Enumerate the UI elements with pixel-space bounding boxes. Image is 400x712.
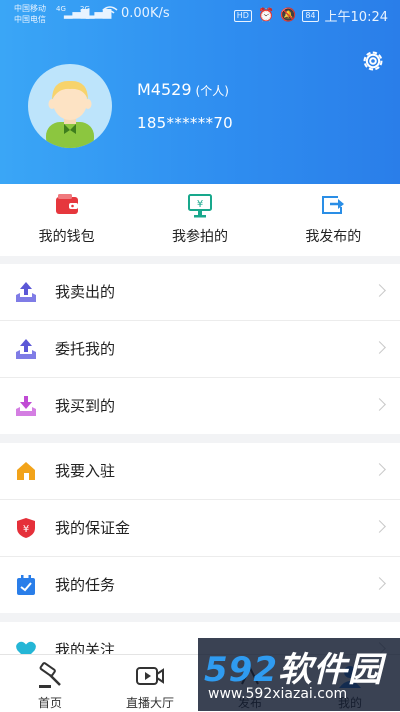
chevron-right-icon bbox=[373, 398, 386, 411]
chevron-right-icon bbox=[373, 284, 386, 297]
watermark-number: 592 bbox=[204, 650, 278, 690]
watermark-text: 软件园 bbox=[277, 650, 383, 690]
quick-actions: 我的钱包 ¥ 我参拍的 我发布的 bbox=[0, 184, 400, 256]
tab-home[interactable]: 首页 bbox=[0, 655, 100, 712]
menu-item-label: 我的任务 bbox=[55, 576, 116, 594]
mute-icon: 🔕 bbox=[280, 8, 297, 23]
menu-item-deposit[interactable]: ¥ 我的保证金 bbox=[0, 500, 400, 557]
clock: 上午10:24 bbox=[324, 10, 388, 25]
menu-group-orders: 我卖出的 委托我的 我买到的 bbox=[0, 264, 400, 434]
tab-label: 直播大厅 bbox=[125, 696, 174, 710]
svg-text:¥: ¥ bbox=[23, 524, 29, 535]
menu-item-entrusted[interactable]: 委托我的 bbox=[0, 321, 400, 378]
house-icon bbox=[15, 460, 37, 482]
chevron-right-icon bbox=[373, 577, 386, 590]
profile-header: 中国移动 中国电信 4G ▂▄▆ 2G ▂▄▆ 0.00K/s HD ⏰ 🔕 8… bbox=[0, 0, 400, 184]
menu-group-account: 我要入驻 ¥ 我的保证金 我的任务 bbox=[0, 443, 400, 613]
watermark-overlay: 592软件园 www.592xiazai.com bbox=[198, 638, 400, 711]
carrier-info: 中国移动 中国电信 bbox=[14, 3, 46, 25]
menu-item-sold[interactable]: 我卖出的 bbox=[0, 264, 400, 321]
settings-gear-icon[interactable] bbox=[360, 48, 386, 74]
auction-icon: ¥ bbox=[187, 193, 213, 223]
account-type: (个人) bbox=[195, 84, 229, 98]
avatar[interactable] bbox=[28, 64, 112, 148]
calendar-check-icon bbox=[15, 574, 37, 596]
status-bar: 中国移动 中国电信 4G ▂▄▆ 2G ▂▄▆ 0.00K/s HD ⏰ 🔕 8… bbox=[0, 0, 400, 28]
quick-action-label: 我的钱包 bbox=[38, 229, 95, 245]
upload-tray-icon bbox=[15, 281, 37, 303]
menu-item-label: 我卖出的 bbox=[55, 283, 116, 301]
battery-icon: 84 bbox=[302, 9, 319, 22]
menu-item-label: 我买到的 bbox=[55, 397, 116, 415]
hd-icon: HD bbox=[233, 9, 252, 22]
quick-action-published[interactable]: 我发布的 bbox=[267, 184, 400, 256]
shield-yen-icon: ¥ bbox=[15, 517, 37, 539]
gavel-icon bbox=[36, 662, 64, 694]
menu-item-bought[interactable]: 我买到的 bbox=[0, 378, 400, 434]
quick-action-label: 我参拍的 bbox=[171, 229, 228, 245]
menu-item-label: 我要入驻 bbox=[55, 462, 116, 480]
tab-live-hall[interactable]: 直播大厅 bbox=[100, 655, 200, 712]
quick-action-auction[interactable]: ¥ 我参拍的 bbox=[133, 184, 266, 256]
profile-name: M4529 (个人) bbox=[137, 80, 229, 99]
carrier-1: 中国移动 bbox=[14, 4, 46, 13]
chevron-right-icon bbox=[373, 463, 386, 476]
carrier-2: 中国电信 bbox=[14, 15, 46, 24]
quick-action-wallet[interactable]: 我的钱包 bbox=[0, 184, 133, 256]
tab-label: 首页 bbox=[37, 696, 62, 710]
publish-icon bbox=[320, 193, 346, 221]
status-right: HD ⏰ 🔕 84 上午10:24 bbox=[233, 6, 388, 25]
video-icon bbox=[135, 662, 165, 694]
alarm-icon: ⏰ bbox=[257, 8, 275, 23]
download-tray-icon bbox=[15, 395, 37, 417]
profile-username: M4529 bbox=[137, 80, 192, 99]
chevron-right-icon bbox=[373, 520, 386, 533]
quick-action-label: 我发布的 bbox=[305, 229, 362, 245]
menu-item-settle-in[interactable]: 我要入驻 bbox=[0, 443, 400, 500]
network-speed: 0.00K/s bbox=[121, 6, 170, 21]
watermark-logo: 592软件园 bbox=[204, 642, 383, 691]
svg-text:¥: ¥ bbox=[197, 199, 203, 210]
watermark-url: www.592xiazai.com bbox=[208, 686, 348, 702]
wifi-icon bbox=[102, 6, 118, 21]
menu-item-label: 我的保证金 bbox=[55, 519, 131, 537]
wallet-icon bbox=[54, 193, 80, 221]
profile-phone: 185******70 bbox=[137, 114, 234, 132]
chevron-right-icon bbox=[373, 341, 386, 354]
menu-item-label: 委托我的 bbox=[55, 340, 116, 358]
upload-tray-icon bbox=[15, 338, 37, 360]
menu-item-tasks[interactable]: 我的任务 bbox=[0, 557, 400, 613]
